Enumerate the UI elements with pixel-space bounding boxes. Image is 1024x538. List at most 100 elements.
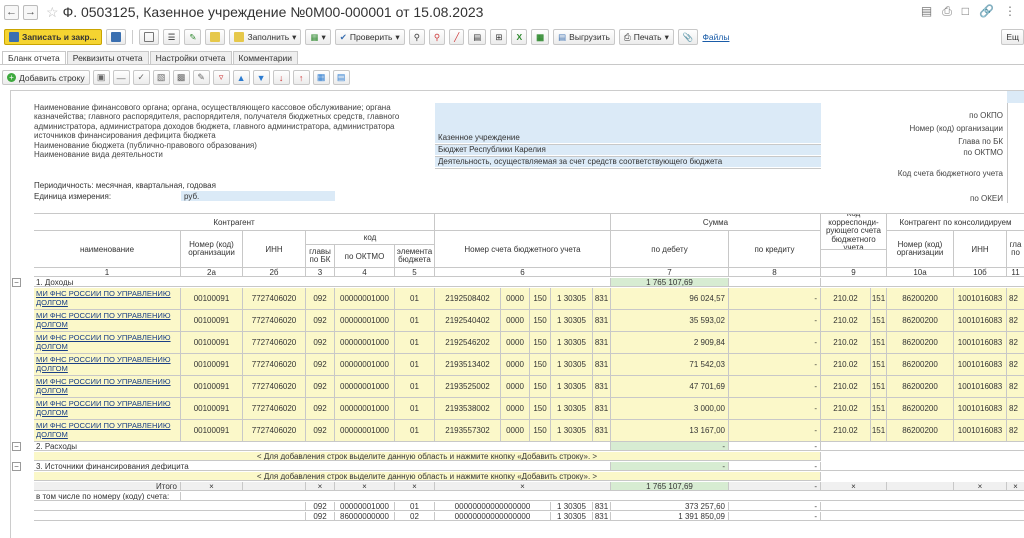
row-account-4[interactable]: 1 30305 [551,310,593,332]
row-oktmo[interactable]: 00000001000 [335,354,395,376]
row-inn[interactable]: 7727406020 [243,398,306,420]
row-element[interactable]: 01 [395,354,435,376]
row-account-1[interactable]: 2193538002 [435,398,501,420]
row-oktmo[interactable]: 00000001000 [335,376,395,398]
activity-field[interactable]: Деятельность, осуществляемая за счет сре… [435,157,821,167]
list-view-button[interactable]: ☰ [162,29,181,45]
row-debit[interactable]: 13 167,00 [611,420,729,442]
code-field[interactable] [1007,91,1024,103]
save-icon[interactable]: ▤ [921,4,932,19]
save-button[interactable] [105,29,126,45]
row-consol-glava[interactable]: 82 [1007,332,1024,354]
row-consol-glava[interactable]: 82 [1007,310,1024,332]
row-credit[interactable]: - [729,288,821,310]
row-account-2[interactable]: 0000 [501,288,530,310]
clear-button[interactable]: ╱ [449,29,465,45]
row-glava[interactable]: 092 [306,420,335,442]
row-account-5[interactable]: 831 [593,288,611,310]
row-debit[interactable]: 47 701,69 [611,376,729,398]
row-account-1[interactable]: 2193557302 [435,420,501,442]
row-account-2[interactable]: 0000 [501,376,530,398]
row-corr-1[interactable]: 210.02 [821,376,871,398]
row-corr-2[interactable]: 151 [871,332,887,354]
row-org-number[interactable]: 00100091 [181,376,243,398]
collapse-group-icon[interactable]: − [12,278,21,287]
row-corr-1[interactable]: 210.02 [821,288,871,310]
row-corr-2[interactable]: 151 [871,288,887,310]
row-account-5[interactable]: 831 [593,398,611,420]
row-org-number[interactable]: 00100091 [181,398,243,420]
fill-button[interactable]: Заполнить ▾ [229,29,302,45]
row-name[interactable]: МИ ФНС РОССИИ ПО УПРАВЛЕНИЮ ДОЛГОМ [34,354,181,376]
unit-field[interactable]: руб. [181,191,335,201]
row-name[interactable]: МИ ФНС РОССИИ ПО УПРАВЛЕНИЮ ДОЛГОМ [34,310,181,332]
favorite-star-icon[interactable]: ☆ [46,4,59,21]
row-corr-1[interactable]: 210.02 [821,310,871,332]
row-account-3[interactable]: 150 [530,288,551,310]
export-button[interactable]: ▤ Выгрузить [553,29,615,45]
check-button[interactable]: ✔ Проверить ▾ [334,29,405,45]
row-corr-2[interactable]: 151 [871,354,887,376]
row-inn[interactable]: 7727406020 [243,354,306,376]
row-element[interactable]: 01 [395,288,435,310]
row-consol-number[interactable]: 86200200 [887,354,954,376]
row-inn[interactable]: 7727406020 [243,310,306,332]
row-credit[interactable]: - [729,354,821,376]
edit-button[interactable]: ✎ [184,29,202,45]
row-org-number[interactable]: 00100091 [181,288,243,310]
row-account-1[interactable]: 2193525002 [435,376,501,398]
copy-row-button[interactable]: ▣ [92,70,110,85]
row-name[interactable]: МИ ФНС РОССИИ ПО УПРАВЛЕНИЮ ДОЛГОМ [34,420,181,442]
counterparty-link[interactable]: МИ ФНС РОССИИ ПО УПРАВЛЕНИЮ ДОЛГОМ [36,378,180,395]
row-account-2[interactable]: 0000 [501,420,530,442]
split-button[interactable]: ▤ [332,70,350,85]
row-org-number[interactable]: 00100091 [181,310,243,332]
row-account-5[interactable]: 831 [593,376,611,398]
row-account-2[interactable]: 0000 [501,310,530,332]
row-glava[interactable]: 092 [306,354,335,376]
row-account-4[interactable]: 1 30305 [551,332,593,354]
row-debit[interactable]: 35 593,02 [611,310,729,332]
excel-button[interactable]: X [511,29,528,45]
row-consol-inn[interactable]: 1001016083 [954,288,1007,310]
row-corr-1[interactable]: 210.02 [821,332,871,354]
find-button[interactable]: ⚲ [408,29,425,45]
row-consol-number[interactable]: 86200200 [887,310,954,332]
more-button[interactable]: Ещ [1001,29,1024,45]
row-consol-glava[interactable]: 82 [1007,288,1024,310]
row-account-3[interactable]: 150 [530,354,551,376]
row-inn[interactable]: 7727406020 [243,376,306,398]
row-org-number[interactable]: 00100091 [181,354,243,376]
column-button[interactable]: ▦ [312,70,330,85]
budget-field[interactable]: Бюджет Республики Карелия [435,145,821,155]
row-credit[interactable]: - [729,310,821,332]
row-glava[interactable]: 092 [306,398,335,420]
row-consol-number[interactable]: 86200200 [887,376,954,398]
row-consol-number[interactable]: 86200200 [887,332,954,354]
add-row-button[interactable]: + Добавить строку [2,70,90,85]
row-inn[interactable]: 7727406020 [243,420,306,442]
move-up-button[interactable]: ▲ [232,70,250,85]
row-oktmo[interactable]: 00000001000 [335,398,395,420]
row-consol-inn[interactable]: 1001016083 [954,420,1007,442]
edit-text-button[interactable] [205,29,226,45]
link-icon[interactable]: 🔗 [979,4,994,19]
counterparty-link[interactable]: МИ ФНС РОССИИ ПО УПРАВЛЕНИЮ ДОЛГОМ [36,290,180,307]
tab-report-details[interactable]: Реквизиты отчета [66,51,149,64]
row-consol-glava[interactable]: 82 [1007,398,1024,420]
expand-button[interactable]: ⊞ [490,29,508,45]
row-element[interactable]: 01 [395,420,435,442]
select-button[interactable]: ✎ [192,70,210,85]
row-consol-number[interactable]: 86200200 [887,288,954,310]
row-consol-glava[interactable]: 82 [1007,420,1024,442]
print-icon[interactable]: ⎙ [942,4,952,19]
tab-comments[interactable]: Комментарии [232,51,299,64]
row-account-3[interactable]: 150 [530,398,551,420]
row-name[interactable]: МИ ФНС РОССИИ ПО УПРАВЛЕНИЮ ДОЛГОМ [34,288,181,310]
row-oktmo[interactable]: 00000001000 [335,332,395,354]
collapse-group-icon[interactable]: − [12,442,21,451]
row-consol-inn[interactable]: 1001016083 [954,354,1007,376]
counterparty-link[interactable]: МИ ФНС РОССИИ ПО УПРАВЛЕНИЮ ДОЛГОМ [36,312,180,329]
row-oktmo[interactable]: 00000001000 [335,288,395,310]
row-account-1[interactable]: 2192540402 [435,310,501,332]
